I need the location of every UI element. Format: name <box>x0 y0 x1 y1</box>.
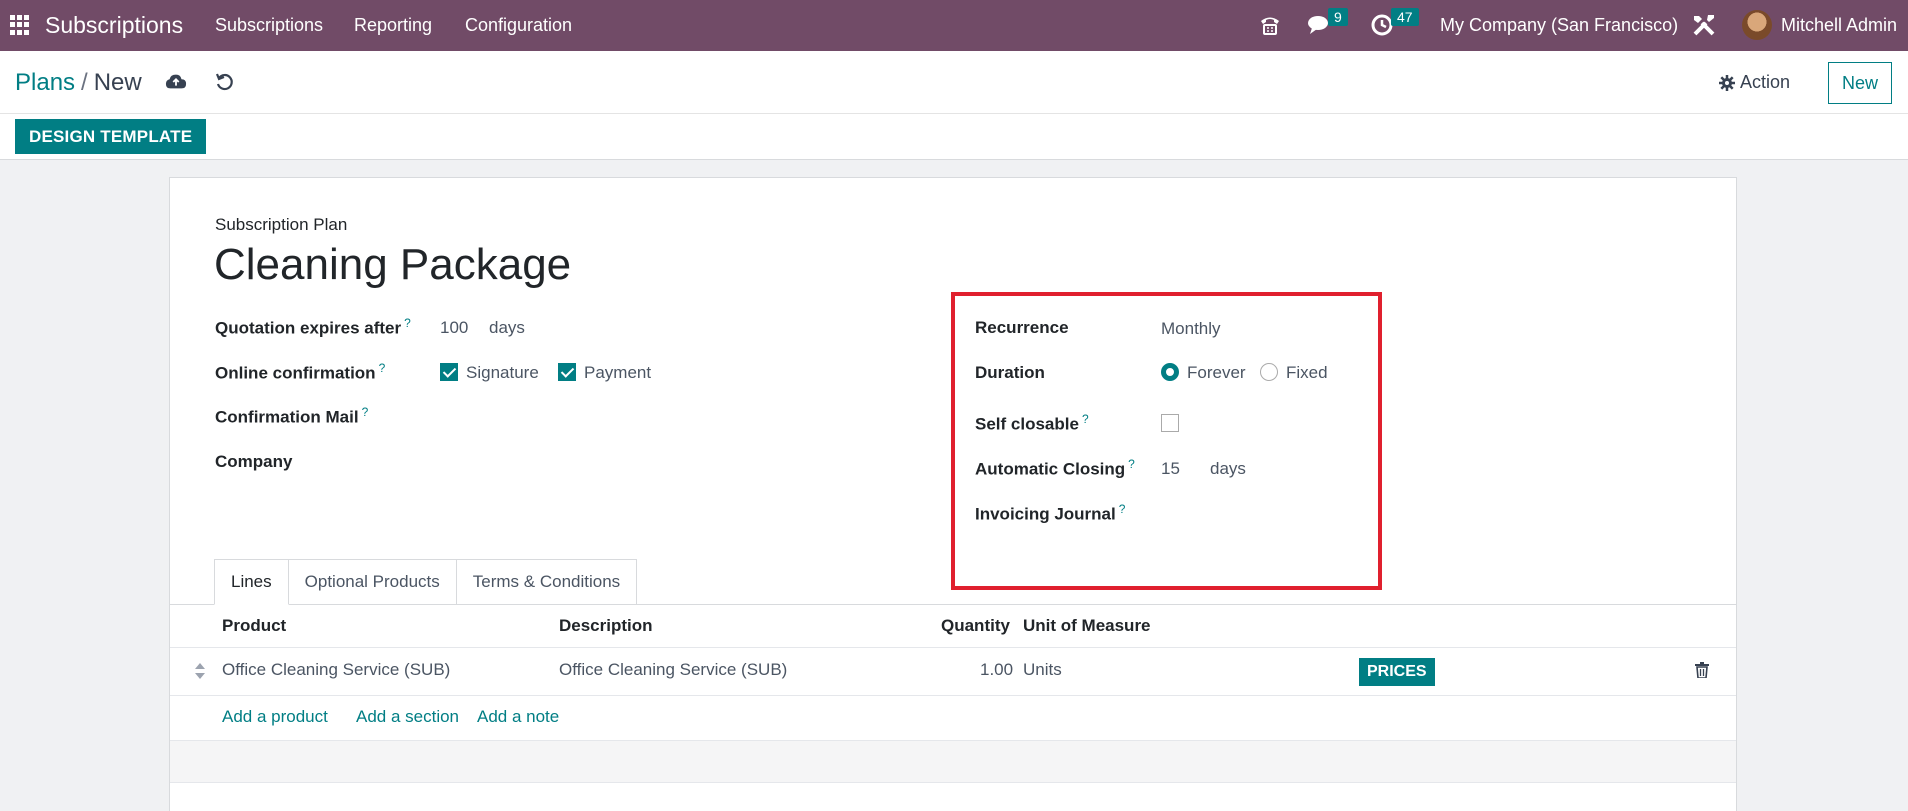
column-header-quantity[interactable]: Quantity <box>941 616 1010 636</box>
breadcrumb-current: New <box>93 69 142 96</box>
tab-optional-products[interactable]: Optional Products <box>288 559 457 605</box>
help-tooltip-icon[interactable]: ? <box>1119 502 1126 516</box>
automatic-closing-input[interactable]: 15 <box>1161 459 1180 479</box>
line-uom[interactable]: Units <box>1023 660 1062 680</box>
add-note-link[interactable]: Add a note <box>477 707 559 727</box>
messages-badge: 9 <box>1328 8 1348 26</box>
new-button[interactable]: New <box>1828 62 1892 104</box>
column-header-unit-of-measure[interactable]: Unit of Measure <box>1023 616 1151 636</box>
automatic-closing-label: Automatic Closing? <box>975 457 1135 479</box>
automatic-closing-unit: days <box>1210 459 1246 478</box>
payment-label: Payment <box>584 363 652 382</box>
activities-badge: 47 <box>1391 8 1419 26</box>
duration-fixed-label: Fixed <box>1286 363 1328 382</box>
column-header-description[interactable]: Description <box>559 616 653 636</box>
add-product-link[interactable]: Add a product <box>222 707 328 727</box>
form-statusbar: DESIGN TEMPLATE <box>0 114 1908 160</box>
help-tooltip-icon[interactable]: ? <box>404 316 411 330</box>
self-closable-label: Self closable? <box>975 412 1089 434</box>
confirmation-mail-label: Confirmation Mail? <box>215 405 369 427</box>
self-closable-checkbox[interactable] <box>1161 414 1179 432</box>
tools-icon[interactable] <box>1691 12 1717 38</box>
quotation-expires-unit: days <box>489 318 525 337</box>
duration-label: Duration <box>975 363 1045 382</box>
help-tooltip-icon[interactable]: ? <box>1082 412 1089 426</box>
breadcrumb-plans[interactable]: Plans <box>15 69 75 96</box>
action-label: Action <box>1740 72 1791 92</box>
duration-fixed-radio[interactable] <box>1260 363 1278 381</box>
online-confirmation-label: Online confirmation? <box>215 361 386 383</box>
app-name[interactable]: Subscriptions <box>45 12 183 39</box>
company-switcher[interactable]: My Company (San Francisco) <box>1440 15 1678 36</box>
drag-handle-icon[interactable] <box>194 662 206 680</box>
tab-lines[interactable]: Lines <box>214 559 289 605</box>
recurrence-label: Recurrence <box>975 318 1069 337</box>
plan-name-field[interactable]: Cleaning Package <box>214 240 571 290</box>
apps-grid-icon[interactable] <box>10 15 30 35</box>
breadcrumb: Plans / New <box>15 69 142 97</box>
duration-forever-label: Forever <box>1187 363 1246 382</box>
phone-icon[interactable] <box>1258 14 1282 36</box>
recurrence-select[interactable]: Monthly <box>1161 319 1221 339</box>
line-quantity[interactable]: 1.00 <box>980 660 1013 680</box>
tab-terms-conditions[interactable]: Terms & Conditions <box>456 559 638 605</box>
form-sheet: Subscription Plan Cleaning Package Quota… <box>169 177 1737 811</box>
user-menu[interactable]: Mitchell Admin <box>1781 15 1897 36</box>
trash-icon[interactable] <box>1695 662 1709 678</box>
help-tooltip-icon[interactable]: ? <box>379 361 386 375</box>
help-tooltip-icon[interactable]: ? <box>1128 457 1135 471</box>
table-footer-row <box>170 740 1736 783</box>
user-avatar[interactable] <box>1742 10 1772 40</box>
duration-forever-radio[interactable] <box>1161 363 1179 381</box>
design-template-button[interactable]: DESIGN TEMPLATE <box>15 119 207 154</box>
signature-label: Signature <box>466 363 539 382</box>
plan-label: Subscription Plan <box>215 215 348 234</box>
add-section-link[interactable]: Add a section <box>356 707 459 727</box>
quotation-expires-input[interactable]: 100 <box>440 318 468 338</box>
line-product[interactable]: Office Cleaning Service (SUB) <box>222 660 450 680</box>
notebook-tabs: Lines Optional Products Terms & Conditio… <box>214 559 638 605</box>
menu-reporting[interactable]: Reporting <box>354 15 432 36</box>
menu-subscriptions[interactable]: Subscriptions <box>215 15 323 36</box>
line-description[interactable]: Office Cleaning Service (SUB) <box>559 660 787 680</box>
breadcrumb-separator: / <box>81 69 88 96</box>
top-navbar: Subscriptions Subscriptions Reporting Co… <box>0 0 1908 51</box>
menu-configuration[interactable]: Configuration <box>465 15 572 36</box>
discard-undo-icon[interactable] <box>214 71 236 93</box>
row-divider <box>170 695 1736 696</box>
quotation-expires-label: Quotation expires after? <box>215 316 411 338</box>
control-panel: Plans / New Action New <box>0 51 1908 114</box>
action-menu-button[interactable]: Action <box>1719 72 1790 93</box>
invoicing-journal-label: Invoicing Journal? <box>975 502 1126 524</box>
help-tooltip-icon[interactable]: ? <box>362 405 369 419</box>
gear-icon <box>1719 74 1735 91</box>
payment-checkbox[interactable] <box>558 363 576 381</box>
signature-checkbox[interactable] <box>440 363 458 381</box>
column-header-product[interactable]: Product <box>222 616 286 636</box>
save-cloud-icon[interactable] <box>165 71 187 93</box>
row-divider <box>170 647 1736 648</box>
company-label: Company <box>215 452 293 471</box>
prices-button[interactable]: PRICES <box>1359 658 1435 686</box>
